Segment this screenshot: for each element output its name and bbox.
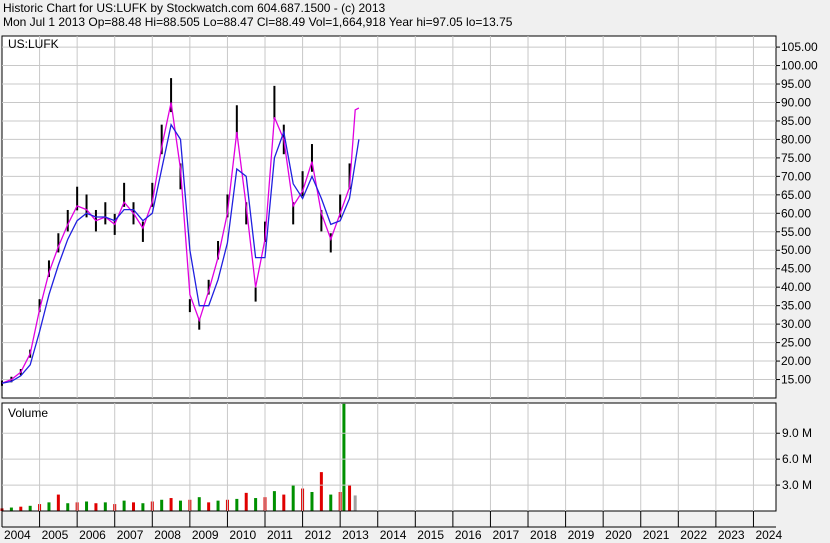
year-tick-label: 2007 xyxy=(117,528,144,542)
volume-bar xyxy=(85,501,89,511)
volume-bar xyxy=(342,403,346,511)
year-tick-label: 2017 xyxy=(492,528,519,542)
volume-bar xyxy=(9,507,13,511)
price-tick-label: 25.00 xyxy=(781,336,811,350)
price-tick-label: 80.00 xyxy=(781,132,811,146)
volume-bar xyxy=(160,499,164,511)
volume-label: Volume xyxy=(8,406,48,420)
volume-bar xyxy=(291,485,295,511)
price-tick-label: 50.00 xyxy=(781,243,811,257)
year-tick-label: 2016 xyxy=(455,528,482,542)
price-tick-label: 65.00 xyxy=(781,188,811,202)
volume-bar xyxy=(28,505,32,511)
year-tick-label: 2024 xyxy=(755,528,782,542)
year-tick-label: 2021 xyxy=(643,528,670,542)
volume-bar xyxy=(197,497,201,511)
price-tick-label: 70.00 xyxy=(781,169,811,183)
volume-bar xyxy=(310,491,314,511)
volume-bar xyxy=(103,502,107,511)
price-tick-label: 60.00 xyxy=(781,206,811,220)
price-tick-label: 85.00 xyxy=(781,114,811,128)
year-tick-label: 2006 xyxy=(79,528,106,542)
volume-bar xyxy=(178,500,182,511)
price-tick-label: 45.00 xyxy=(781,262,811,276)
price-tick-label: 100.00 xyxy=(781,59,818,73)
volume-bar xyxy=(254,498,258,511)
year-tick-label: 2014 xyxy=(380,528,407,542)
year-tick-label: 2018 xyxy=(530,528,557,542)
volume-tick-label: 9.0 M xyxy=(782,426,812,440)
volume-bar xyxy=(272,491,276,511)
symbol-label: US:LUFK xyxy=(8,37,59,51)
volume-tick-label: 3.0 M xyxy=(782,478,812,492)
year-tick-label: 2009 xyxy=(192,528,219,542)
volume-tick-label: 6.0 M xyxy=(782,452,812,466)
volume-bar xyxy=(282,494,286,511)
year-tick-label: 2023 xyxy=(718,528,745,542)
volume-bar xyxy=(348,485,352,511)
year-tick-label: 2013 xyxy=(342,528,369,542)
volume-bar xyxy=(122,500,126,511)
year-tick-label: 2020 xyxy=(605,528,632,542)
price-tick-label: 75.00 xyxy=(781,151,811,165)
volume-bar xyxy=(132,502,136,511)
year-tick-label: 2004 xyxy=(4,528,31,542)
year-tick-label: 2005 xyxy=(42,528,69,542)
year-tick-label: 2008 xyxy=(154,528,181,542)
volume-bar xyxy=(207,502,211,511)
year-tick-label: 2012 xyxy=(305,528,332,542)
price-tick-label: 95.00 xyxy=(781,77,811,91)
price-tick-label: 40.00 xyxy=(781,280,811,294)
price-tick-label: 20.00 xyxy=(781,354,811,368)
chart-window: Historic Chart for US:LUFK by Stockwatch… xyxy=(0,0,830,543)
price-tick-label: 15.00 xyxy=(781,373,811,387)
price-tick-label: 35.00 xyxy=(781,299,811,313)
year-tick-label: 2019 xyxy=(568,528,595,542)
volume-bar xyxy=(56,494,60,511)
volume-bar xyxy=(66,503,70,511)
stock-chart: 105.00 100.00 95.00 90.00 85.00 80.00 75.00 70.… xyxy=(0,35,818,542)
volume-panel-bg xyxy=(2,403,776,511)
year-tick-label: 2015 xyxy=(417,528,444,542)
volume-bar xyxy=(319,472,323,511)
volume-bar xyxy=(94,503,98,511)
volume-axis-ticks: 9.0 M 6.0 M 3.0 M xyxy=(776,426,812,492)
volume-bar xyxy=(353,495,357,511)
volume-bar xyxy=(47,502,51,511)
volume-bar xyxy=(244,492,248,511)
price-tick-label: 90.00 xyxy=(781,95,811,109)
volume-bar xyxy=(329,494,333,511)
volume-bar xyxy=(169,498,173,511)
year-tick-label: 2010 xyxy=(229,528,256,542)
year-tick-label: 2011 xyxy=(267,528,293,542)
time-axis: 2004 2005 2006 2007 2008 2009 2010 2011 2012 2013… xyxy=(1,511,782,542)
volume-bar xyxy=(235,498,239,511)
volume-bar xyxy=(19,506,23,511)
volume-bar xyxy=(216,500,220,511)
price-axis-ticks: 105.00 100.00 95.00 90.00 85.00 80.00 75.00 70.… xyxy=(776,40,818,387)
price-tick-label: 105.00 xyxy=(781,40,818,54)
price-tick-label: 55.00 xyxy=(781,225,811,239)
volume-bar xyxy=(141,503,145,511)
year-tick-label: 2022 xyxy=(680,528,707,542)
price-tick-label: 30.00 xyxy=(781,317,811,331)
